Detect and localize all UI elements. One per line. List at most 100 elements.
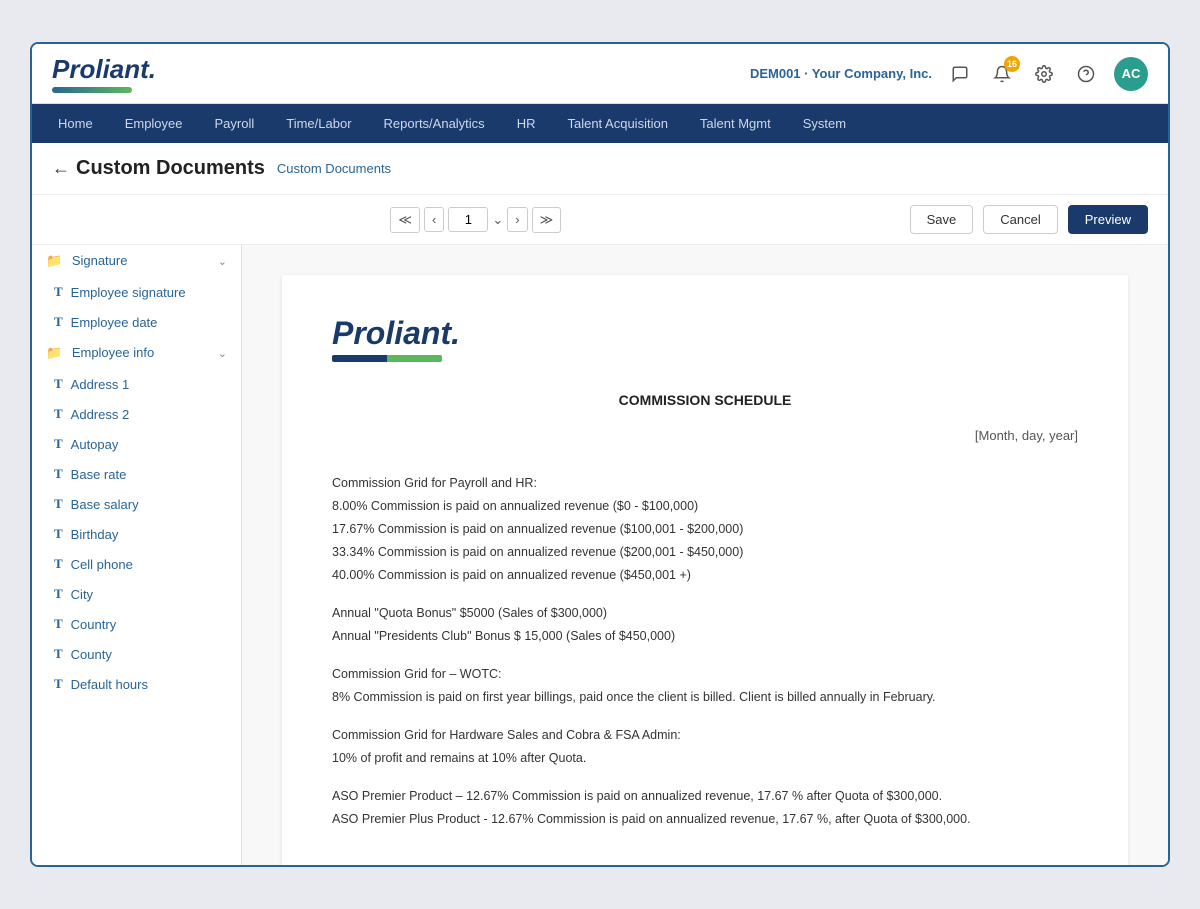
sidebar-item-label-address2: Address 2 (71, 407, 130, 422)
chat-icon-button[interactable] (946, 60, 974, 88)
sidebar-item-label-county: County (71, 647, 112, 662)
nav-talent-mgmt[interactable]: Talent Mgmt (684, 104, 787, 143)
nav-home[interactable]: Home (42, 104, 109, 143)
sidebar-section-signature[interactable]: 📁 Signature ⌄ (32, 245, 241, 277)
t-icon-base-salary: T (54, 496, 63, 512)
sidebar-section-employee-info[interactable]: 📁 Employee info ⌄ (32, 337, 241, 369)
sidebar-item-birthday[interactable]: T Birthday (32, 519, 241, 549)
sidebar-item-county[interactable]: T County (32, 639, 241, 669)
back-arrow-icon: ← (52, 158, 70, 179)
page-title: Custom Documents (76, 157, 265, 180)
folder-icon-signature: 📁 (46, 253, 62, 268)
sidebar-item-cell-phone[interactable]: T Cell phone (32, 549, 241, 579)
doc-line: 33.34% Commission is paid on annualized … (332, 542, 1078, 562)
t-icon-county: T (54, 646, 63, 662)
document-section-1: Annual "Quota Bonus" $5000 (Sales of $30… (332, 603, 1078, 646)
sidebar-section-employee-info-label: Employee info (72, 345, 154, 360)
sidebar-item-base-salary[interactable]: T Base salary (32, 489, 241, 519)
document-section-2: Commission Grid for – WOTC: 8% Commissio… (332, 664, 1078, 707)
document-section-0: Commission Grid for Payroll and HR: 8.00… (332, 473, 1078, 585)
sidebar-item-label-cell-phone: Cell phone (71, 557, 133, 572)
first-page-button[interactable]: ≪ (390, 207, 420, 233)
doc-line: Commission Grid for Payroll and HR: (332, 473, 1078, 493)
sidebar-item-address2[interactable]: T Address 2 (32, 399, 241, 429)
sidebar-item-label-default-hours: Default hours (71, 677, 148, 692)
sidebar-item-employee-date[interactable]: T Employee date (32, 307, 241, 337)
page-dropdown-indicator: ⌄ (492, 212, 503, 228)
nav-system[interactable]: System (787, 104, 862, 143)
nav-hr[interactable]: HR (501, 104, 552, 143)
t-icon-employee-date: T (54, 314, 63, 330)
doc-line: Annual "Quota Bonus" $5000 (Sales of $30… (332, 603, 1078, 623)
t-icon-city: T (54, 586, 63, 602)
doc-line: Commission Grid for – WOTC: (332, 664, 1078, 684)
document-title: COMMISSION SCHEDULE (332, 392, 1078, 408)
doc-line: 8% Commission is paid on first year bill… (332, 687, 1078, 707)
nav-payroll[interactable]: Payroll (199, 104, 271, 143)
user-avatar[interactable]: AC (1114, 57, 1148, 91)
header-logo-area: Proliant. (52, 54, 156, 93)
pagination-area: ≪ ‹ 1 ⌄ › ≫ (390, 207, 561, 233)
page-number-input[interactable]: 1 (448, 207, 488, 232)
sidebar-item-label-city: City (71, 587, 93, 602)
nav-employee[interactable]: Employee (109, 104, 199, 143)
breadcrumb-area: ← Custom Documents Custom Documents (32, 143, 1168, 195)
sidebar-item-label-birthday: Birthday (71, 527, 119, 542)
prev-page-button[interactable]: ‹ (424, 207, 444, 232)
cancel-button[interactable]: Cancel (983, 205, 1057, 234)
document-body: Commission Grid for Payroll and HR: 8.00… (332, 473, 1078, 829)
sidebar-item-base-rate[interactable]: T Base rate (32, 459, 241, 489)
header-right: DEM001 · Your Company, Inc. 16 (750, 57, 1148, 91)
sidebar-item-address1[interactable]: T Address 1 (32, 369, 241, 399)
document-area: Proliant. COMMISSION SCHEDULE [Month, da… (242, 245, 1168, 865)
sidebar-item-label-address1: Address 1 (71, 377, 130, 392)
doc-line: Annual "Presidents Club" Bonus $ 15,000 … (332, 626, 1078, 646)
sidebar-item-employee-signature[interactable]: T Employee signature (32, 277, 241, 307)
company-name: DEM001 · Your Company, Inc. (750, 66, 932, 81)
back-button[interactable]: ← Custom Documents (52, 157, 265, 180)
folder-icon-employee-info: 📁 (46, 345, 62, 360)
t-icon-country: T (54, 616, 63, 632)
sidebar-item-label-base-salary: Base salary (71, 497, 139, 512)
nav-talent-acquisition[interactable]: Talent Acquisition (551, 104, 683, 143)
t-icon-birthday: T (54, 526, 63, 542)
save-button[interactable]: Save (910, 205, 974, 234)
sidebar-item-label-employee-signature: Employee signature (71, 285, 186, 300)
document-logo-area: Proliant. (332, 315, 1078, 362)
document-logo-text: Proliant. (332, 315, 1078, 352)
document-section-4: ASO Premier Product – 12.67% Commission … (332, 786, 1078, 829)
last-page-button[interactable]: ≫ (532, 207, 562, 233)
nav-timelabor[interactable]: Time/Labor (270, 104, 367, 143)
help-icon-button[interactable] (1072, 60, 1100, 88)
nav-bar: Home Employee Payroll Time/Labor Reports… (32, 104, 1168, 143)
nav-reports[interactable]: Reports/Analytics (368, 104, 501, 143)
next-page-button[interactable]: › (507, 207, 527, 232)
chevron-down-icon-employee-info: ⌄ (218, 347, 227, 360)
sidebar-item-label-country: Country (71, 617, 117, 632)
document-paper: Proliant. COMMISSION SCHEDULE [Month, da… (282, 275, 1128, 865)
app-frame: Proliant. DEM001 · Your Company, Inc. 16 (30, 42, 1170, 867)
sidebar-item-label-employee-date: Employee date (71, 315, 158, 330)
sidebar-item-label-autopay: Autopay (71, 437, 119, 452)
sidebar-item-autopay[interactable]: T Autopay (32, 429, 241, 459)
chevron-down-icon-signature: ⌄ (218, 255, 227, 268)
breadcrumb-link[interactable]: Custom Documents (277, 161, 391, 176)
doc-line: ASO Premier Product – 12.67% Commission … (332, 786, 1078, 806)
t-icon-employee-signature: T (54, 284, 63, 300)
notification-icon-button[interactable]: 16 (988, 60, 1016, 88)
sidebar-item-country[interactable]: T Country (32, 609, 241, 639)
sidebar-item-city[interactable]: T City (32, 579, 241, 609)
top-header: Proliant. DEM001 · Your Company, Inc. 16 (32, 44, 1168, 104)
sidebar-item-default-hours[interactable]: T Default hours (32, 669, 241, 699)
notification-badge: 16 (1004, 56, 1020, 72)
document-section-3: Commission Grid for Hardware Sales and C… (332, 725, 1078, 768)
doc-line: ASO Premier Plus Product - 12.67% Commis… (332, 809, 1078, 829)
preview-button[interactable]: Preview (1068, 205, 1148, 234)
doc-line: Commission Grid for Hardware Sales and C… (332, 725, 1078, 745)
settings-icon-button[interactable] (1030, 60, 1058, 88)
main-content: 📁 Signature ⌄ T Employee signature T Emp… (32, 245, 1168, 865)
t-icon-default-hours: T (54, 676, 63, 692)
t-icon-address2: T (54, 406, 63, 422)
sidebar-item-label-base-rate: Base rate (71, 467, 127, 482)
sidebar: 📁 Signature ⌄ T Employee signature T Emp… (32, 245, 242, 865)
